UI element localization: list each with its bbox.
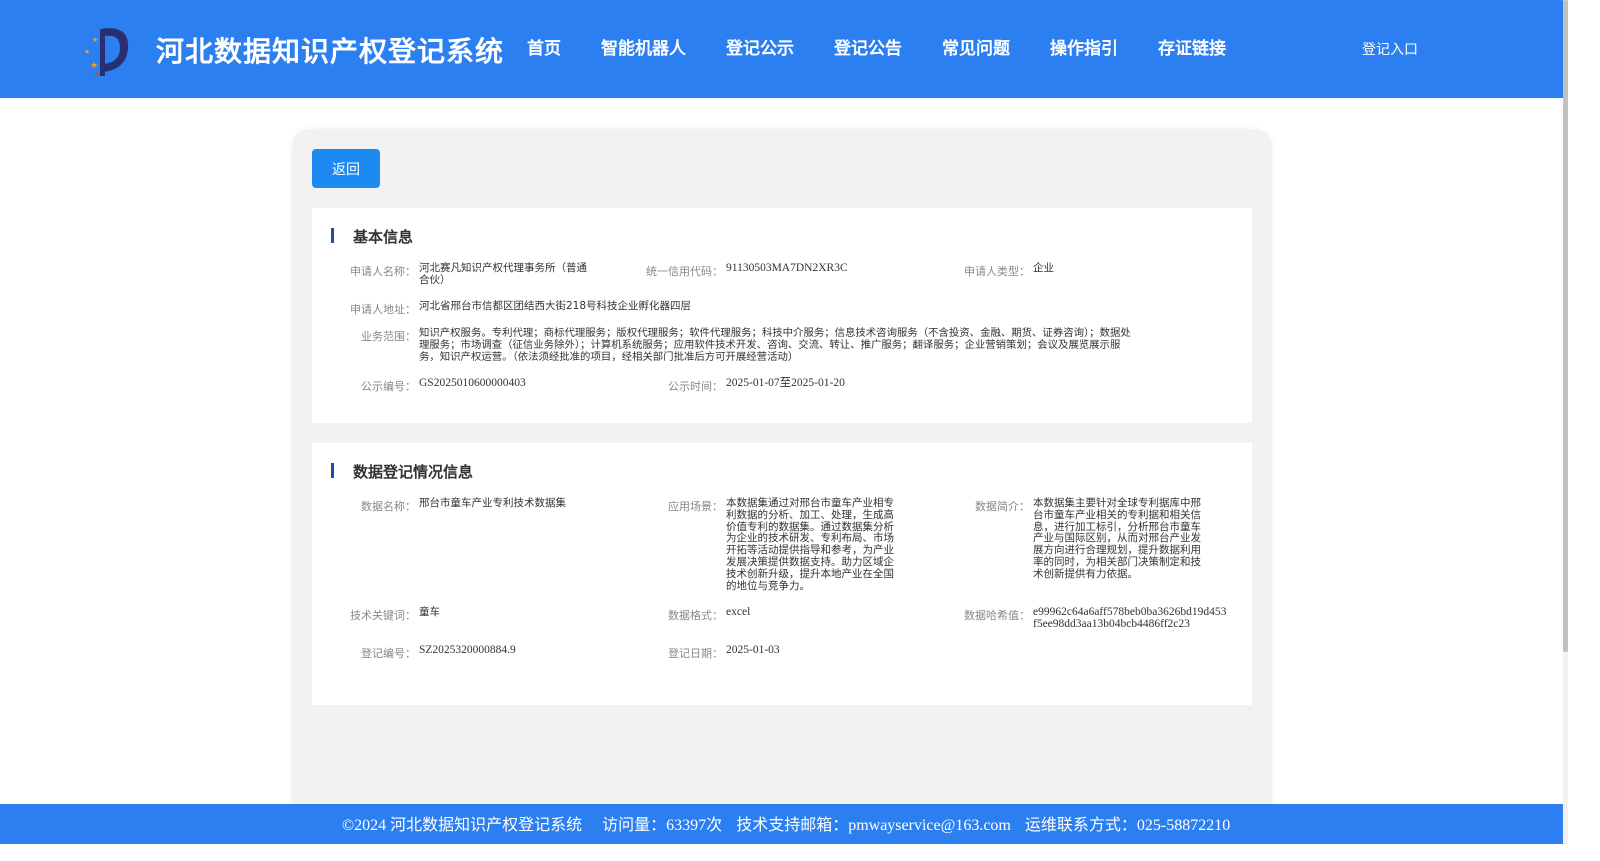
applicant-type-label: 申请人类型： [964, 265, 1030, 278]
pub-time-value: 2025-01-07至2025-01-20 [726, 377, 845, 389]
nav-faq[interactable]: 常见问题 [922, 34, 1030, 59]
data-name-label: 数据名称： [361, 500, 416, 513]
nav-robot[interactable]: 智能机器人 [581, 34, 706, 59]
svg-text:★: ★ [92, 36, 98, 44]
format-label: 数据格式： [668, 609, 723, 622]
pub-no-value: GS2025010600000403 [419, 377, 526, 389]
svg-text:★: ★ [84, 48, 90, 56]
svg-text:★: ★ [94, 70, 100, 78]
scope-label: 业务范围： [361, 330, 416, 343]
reg-date-value: 2025-01-03 [726, 644, 780, 656]
footer-copyright: ©2024 河北数据知识产权登记系统 [342, 817, 583, 834]
address-value: 河北省邢台市信都区团结西大街218号科技企业孵化器四层 [419, 300, 692, 312]
pub-time-label: 公示时间： [668, 380, 723, 393]
nav-evidence-link[interactable]: 存证链接 [1138, 34, 1246, 59]
hash-label: 数据哈希值： [964, 609, 1030, 622]
credit-code-value: 91130503MA7DN2XR3C [726, 262, 848, 274]
back-button[interactable]: 返回 [312, 149, 380, 188]
footer-phone: 运维联系方式：025-58872210 [1024, 817, 1231, 834]
keywords-label: 技术关键词： [350, 609, 416, 622]
applicant-type-value: 企业 [1033, 262, 1054, 274]
nav-announcement[interactable]: 登记公告 [814, 34, 922, 59]
format-value: excel [726, 606, 751, 618]
scenario-label: 应用场景： [668, 500, 723, 513]
data-registration-card: 数据登记情况信息 数据名称： 邢台市童车产业专利技术数据集 应用场景： 本数据集… [312, 443, 1252, 705]
hash-value: e99962c64a6aff578beb0ba3626bd19d453 f5ee9… [1033, 606, 1227, 630]
footer-visits: 访问量：63397次 [602, 817, 723, 834]
login-link[interactable]: 登记入口 [1362, 39, 1418, 59]
address-label: 申请人地址： [350, 303, 416, 316]
reg-date-label: 登记日期： [668, 647, 723, 660]
basic-info-card: 基本信息 申请人名称： 河北赛凡知识产权代理事务所（普通 合伙） 统一信用代码： … [312, 208, 1252, 423]
svg-text:★: ★ [90, 60, 98, 70]
footer-email: 技术支持邮箱：pmwayservice@163.com [736, 817, 1011, 834]
page-edge [1568, 0, 1600, 861]
keywords-value: 童车 [419, 606, 440, 618]
section-title-basic: 基本信息 [353, 228, 414, 246]
credit-code-label: 统一信用代码： [646, 265, 723, 278]
applicant-name-value: 河北赛凡知识产权代理事务所（普通 合伙） [419, 262, 587, 286]
logo-icon[interactable]: ★ ★ ★ ★ [80, 24, 134, 78]
section-marker [331, 228, 334, 243]
reg-no-label: 登记编号： [361, 647, 416, 660]
nav-publicity[interactable]: 登记公示 [706, 34, 814, 59]
pub-no-label: 公示编号： [361, 380, 416, 393]
scope-value: 知识产权服务。专利代理；商标代理服务；版权代理服务；软件代理服务；科技中介服务；… [419, 327, 1131, 363]
nav-guide[interactable]: 操作指引 [1030, 34, 1138, 59]
data-name-value: 邢台市童车产业专利技术数据集 [419, 497, 566, 509]
site-title[interactable]: 河北数据知识产权登记系统 [156, 30, 504, 70]
section-marker [331, 463, 334, 478]
reg-no-value: SZ2025320000884.9 [419, 644, 516, 656]
bottom-edge [0, 844, 1600, 861]
main-nav: 首页 智能机器人 登记公示 登记公告 常见问题 操作指引 存证链接 [507, 34, 1246, 59]
nav-home[interactable]: 首页 [507, 34, 581, 59]
applicant-name-label: 申请人名称： [350, 265, 416, 278]
intro-label: 数据简介： [975, 500, 1030, 513]
footer-text: ©2024 河北数据知识产权登记系统 访问量：63397次 技术支持邮箱：pmway… [342, 811, 1244, 835]
section-title-data: 数据登记情况信息 [353, 463, 474, 481]
scenario-value: 本数据集通过对邢台市童车产业相专 利数据的分析、加工、处理，生成高 价值专利的数据集… [726, 497, 894, 592]
intro-value: 本数据集主要针对全球专利据库中邢 台市童车产业相关的专利据和相关信 息，进行加工标引… [1033, 497, 1201, 580]
